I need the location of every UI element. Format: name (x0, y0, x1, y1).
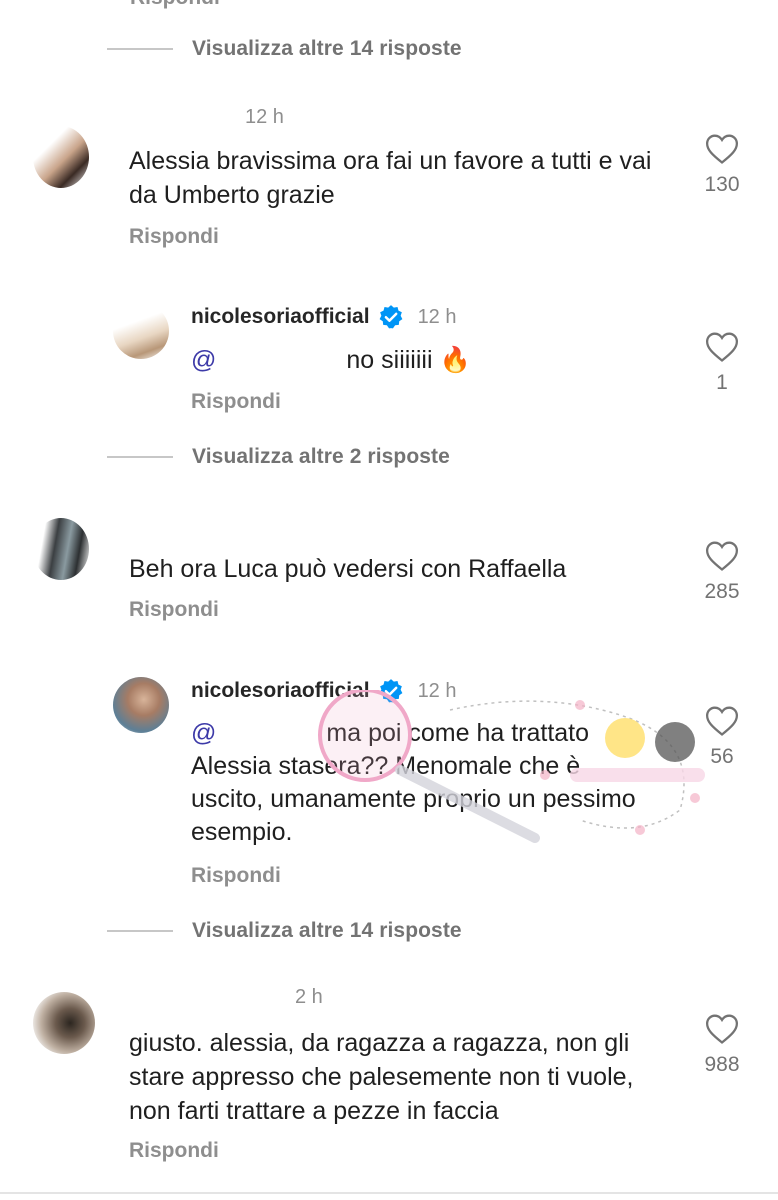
mention-link[interactable]: @ (191, 719, 216, 747)
like-count: 988 (704, 1053, 740, 1076)
like-control[interactable]: 130 (692, 133, 752, 197)
comment-time: 12 h (417, 679, 457, 702)
comment-text: Beh ora Luca può vedersi con Raffaella (129, 555, 567, 583)
comment-text: Alessia bravissima ora fai un favore a t… (129, 147, 652, 209)
bottom-divider (0, 1192, 778, 1194)
comment-meta: 12 h (245, 106, 284, 129)
like-control[interactable]: 1 (692, 331, 752, 395)
view-more-replies[interactable]: Visualizza altre 2 risposte (107, 445, 450, 469)
heart-icon[interactable] (705, 331, 739, 363)
reply-button[interactable]: Rispondi (129, 598, 219, 622)
like-count: 130 (704, 173, 740, 196)
reply-button[interactable]: Rispondi (191, 864, 281, 888)
heart-icon[interactable] (705, 705, 739, 737)
divider-line (107, 48, 173, 50)
comment-text: ma poi come ha trattato Alessia stasera?… (191, 719, 636, 846)
reply-button[interactable]: Rispondi (191, 390, 281, 414)
avatar[interactable] (33, 126, 89, 188)
like-control[interactable]: 285 (692, 540, 752, 604)
heart-icon[interactable] (705, 133, 739, 165)
comment-text-row: @ no siiiiiii 🔥 (191, 343, 471, 377)
heart-icon[interactable] (705, 540, 739, 572)
mention-link[interactable]: @ (191, 346, 216, 374)
avatar[interactable] (113, 677, 169, 733)
verified-badge-icon (379, 679, 402, 703)
comment-text-row: @ ma poi come ha trattato Alessia stasera… (191, 717, 641, 849)
fire-icon: 🔥 (439, 346, 471, 374)
username[interactable]: nicolesoriaofficial (191, 679, 370, 703)
like-count: 1 (716, 371, 728, 394)
view-more-label: Visualizza altre 14 risposte (192, 919, 462, 942)
view-more-label: Visualizza altre 2 risposte (192, 445, 450, 468)
username[interactable]: nicolesoriaofficial (191, 305, 370, 329)
reply-button[interactable]: Rispondi (129, 1139, 219, 1163)
view-more-label: Visualizza altre 14 risposte (192, 37, 462, 60)
comment-meta: nicolesoriaofficial 12 h (191, 678, 457, 704)
view-more-replies[interactable]: Visualizza altre 14 risposte (107, 37, 462, 61)
heart-icon[interactable] (705, 1013, 739, 1045)
comment-text: no siiiiiii (346, 346, 433, 374)
comment-time: 2 h (295, 986, 323, 1008)
like-control[interactable]: 56 (692, 705, 752, 769)
divider-line (107, 456, 173, 458)
comment-meta: nicolesoriaofficial 12 h (191, 304, 457, 330)
comment-time: 12 h (245, 106, 284, 128)
divider-line (107, 930, 173, 932)
comment-time: 12 h (417, 305, 457, 328)
view-more-replies[interactable]: Visualizza altre 14 risposte (107, 919, 462, 943)
verified-badge-icon (379, 305, 402, 329)
like-count: 56 (710, 745, 734, 768)
comment-text: giusto. alessia, da ragazza a ragazza, n… (129, 1029, 634, 1125)
avatar[interactable] (33, 992, 95, 1054)
like-control[interactable]: 988 (692, 1013, 752, 1077)
avatar[interactable] (113, 303, 169, 359)
like-count: 285 (704, 580, 740, 603)
reply-button[interactable]: Rispondi (129, 225, 219, 249)
comment-meta: 2 h (295, 986, 323, 1009)
avatar[interactable] (33, 518, 89, 580)
reply-button[interactable]: Rispondi (130, 0, 220, 10)
